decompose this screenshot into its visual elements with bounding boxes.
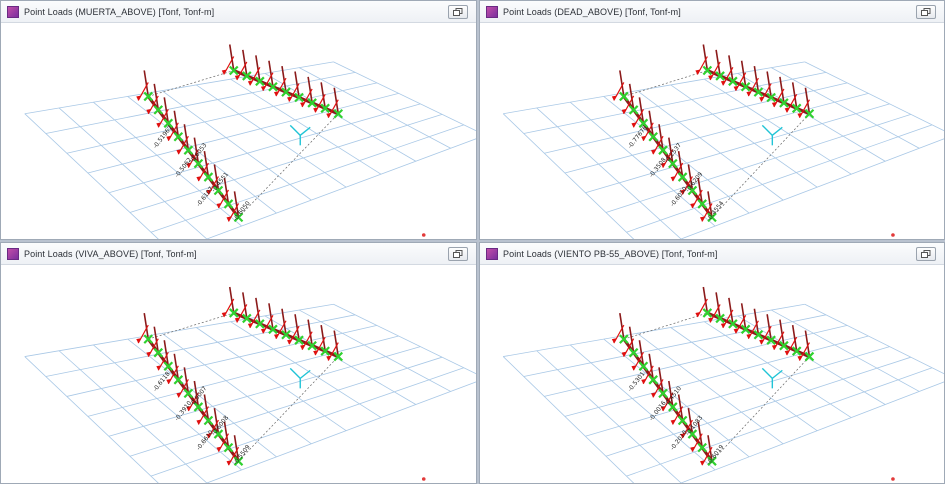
window-grid: Point Loads (MUERTA_ABOVE) [Tonf, Tonf-m… bbox=[0, 0, 945, 484]
load-value-label: -0.5062 bbox=[174, 156, 194, 179]
window-titlebar[interactable]: Point Loads (VIVA_ABOVE) [Tonf, Tonf-m] bbox=[1, 243, 476, 265]
floor-grid bbox=[24, 61, 476, 239]
restore-icon bbox=[921, 250, 931, 258]
status-marker bbox=[421, 233, 426, 237]
status-marker bbox=[891, 233, 895, 237]
load-value-label: -0.0016 bbox=[648, 400, 668, 423]
model-canvas: -0.5301-0.4510-0.0016-0.1083-0.2016-0.60… bbox=[502, 286, 944, 483]
window-titlebar[interactable]: Point Loads (VIENTO PB-55_ABOVE) [Tonf, … bbox=[480, 243, 944, 265]
window-title: Point Loads (VIVA_ABOVE) [Tonf, Tonf-m] bbox=[24, 248, 197, 259]
window-titlebar[interactable]: Point Loads (MUERTA_ABOVE) [Tonf, Tonf-m… bbox=[1, 1, 476, 23]
app-icon bbox=[7, 5, 19, 18]
load-value-label: -0.3508 bbox=[648, 156, 668, 179]
axis-triad bbox=[289, 124, 311, 146]
axis-triad bbox=[761, 124, 783, 146]
model-canvas: -0.51967-0.6053-0.5062-0.4551-0.6107-0.6… bbox=[24, 44, 476, 239]
window-title: Point Loads (MUERTA_ABOVE) [Tonf, Tonf-m… bbox=[24, 6, 215, 17]
view-window-2[interactable]: Point Loads (DEAD_ABOVE) [Tonf, Tonf-m] … bbox=[479, 0, 945, 240]
status-marker bbox=[891, 477, 895, 481]
app-icon bbox=[486, 247, 498, 260]
app-icon bbox=[7, 247, 19, 260]
model-canvas: -0.6118-0.9007-0.3910-0.6008-0.6610-0.55… bbox=[24, 286, 476, 483]
restore-icon bbox=[921, 8, 931, 16]
restore-button[interactable] bbox=[916, 247, 936, 261]
restore-icon bbox=[453, 250, 463, 258]
model-canvas: -0.77676-0.2537-0.3508-0.6209-0.6050-0.4… bbox=[502, 44, 944, 239]
floor-grid bbox=[24, 303, 476, 483]
window-title: Point Loads (VIENTO PB-55_ABOVE) [Tonf, … bbox=[503, 248, 718, 259]
view-window-4[interactable]: Point Loads (VIENTO PB-55_ABOVE) [Tonf, … bbox=[479, 242, 945, 484]
restore-button[interactable] bbox=[448, 5, 468, 19]
axis-triad bbox=[761, 367, 783, 389]
floor-grid bbox=[502, 61, 944, 239]
status-marker bbox=[421, 477, 426, 481]
model-viewport[interactable]: -0.5301 -0.4510 -0.0016 -0.1083 -0.2016 -0.60… bbox=[480, 265, 944, 483]
floor-grid bbox=[502, 303, 944, 483]
restore-button[interactable] bbox=[448, 247, 468, 261]
restore-button[interactable] bbox=[916, 5, 936, 19]
model-viewport[interactable]: -0.6118 -0.9007 -0.3910 -0.6008 -0.6610 -0.55… bbox=[1, 265, 476, 483]
window-titlebar[interactable]: Point Loads (DEAD_ABOVE) [Tonf, Tonf-m] bbox=[480, 1, 944, 23]
view-window-1[interactable]: Point Loads (MUERTA_ABOVE) [Tonf, Tonf-m… bbox=[0, 0, 477, 240]
axis-triad bbox=[289, 367, 311, 389]
model-viewport[interactable]: -0.51967 -0.6053 -0.5062 -0.4551 -0.6107 -0.6… bbox=[1, 23, 476, 239]
view-window-3[interactable]: Point Loads (VIVA_ABOVE) [Tonf, Tonf-m] … bbox=[0, 242, 477, 484]
app-icon bbox=[486, 5, 498, 18]
model-viewport[interactable]: -0.77676 -0.2537 -0.3508 -0.6209 -0.6050 -0.4… bbox=[480, 23, 944, 239]
restore-icon bbox=[453, 8, 463, 16]
window-title: Point Loads (DEAD_ABOVE) [Tonf, Tonf-m] bbox=[503, 6, 681, 17]
load-value-label: -0.3910 bbox=[174, 400, 194, 423]
